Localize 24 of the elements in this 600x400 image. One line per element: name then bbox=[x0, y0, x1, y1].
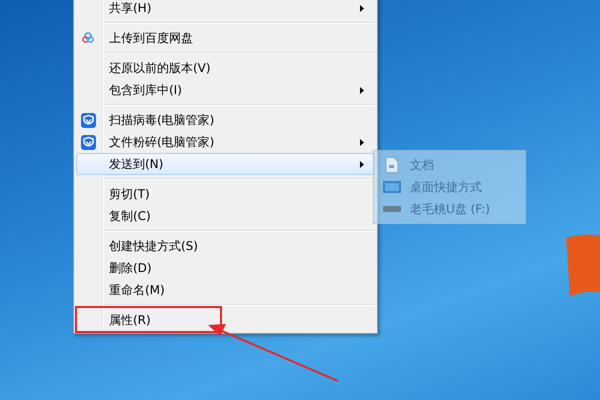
menu-item[interactable]: 包含到库中(I) bbox=[76, 79, 375, 101]
menu-item[interactable]: 上传到百度网盘 bbox=[76, 27, 375, 49]
monitor-icon bbox=[383, 180, 401, 194]
menu-item[interactable]: 属性(R) bbox=[76, 309, 375, 331]
menu-item[interactable]: 创建快捷方式(S) bbox=[76, 235, 375, 257]
drive-icon bbox=[383, 206, 401, 212]
submenu-arrow-icon bbox=[360, 139, 364, 146]
submenu-arrow-icon bbox=[360, 87, 364, 94]
document-icon bbox=[385, 157, 399, 173]
shield-icon bbox=[81, 112, 96, 128]
submenu-arrow-icon bbox=[360, 5, 364, 12]
menu-item[interactable]: 剪切(T) bbox=[76, 183, 375, 205]
menu-item[interactable]: 文件粉碎(电脑管家) bbox=[76, 131, 375, 153]
menu-item[interactable]: 扫描病毒(电脑管家) bbox=[76, 109, 375, 131]
menu-item[interactable]: 复制(C) bbox=[76, 205, 375, 227]
cloud-icon bbox=[81, 31, 95, 45]
menu-item[interactable]: 发送到(N) bbox=[76, 153, 375, 175]
submenu-arrow-icon bbox=[360, 161, 364, 168]
menu-item[interactable]: 还原以前的版本(V) bbox=[76, 57, 375, 79]
menu-item[interactable]: 共享(H) bbox=[76, 0, 375, 19]
menu-item[interactable]: 删除(D) bbox=[76, 257, 375, 279]
shield-icon bbox=[81, 134, 96, 150]
menu-item[interactable]: 重命名(M) bbox=[76, 279, 375, 301]
wallpaper-logo-drawing bbox=[566, 234, 600, 296]
